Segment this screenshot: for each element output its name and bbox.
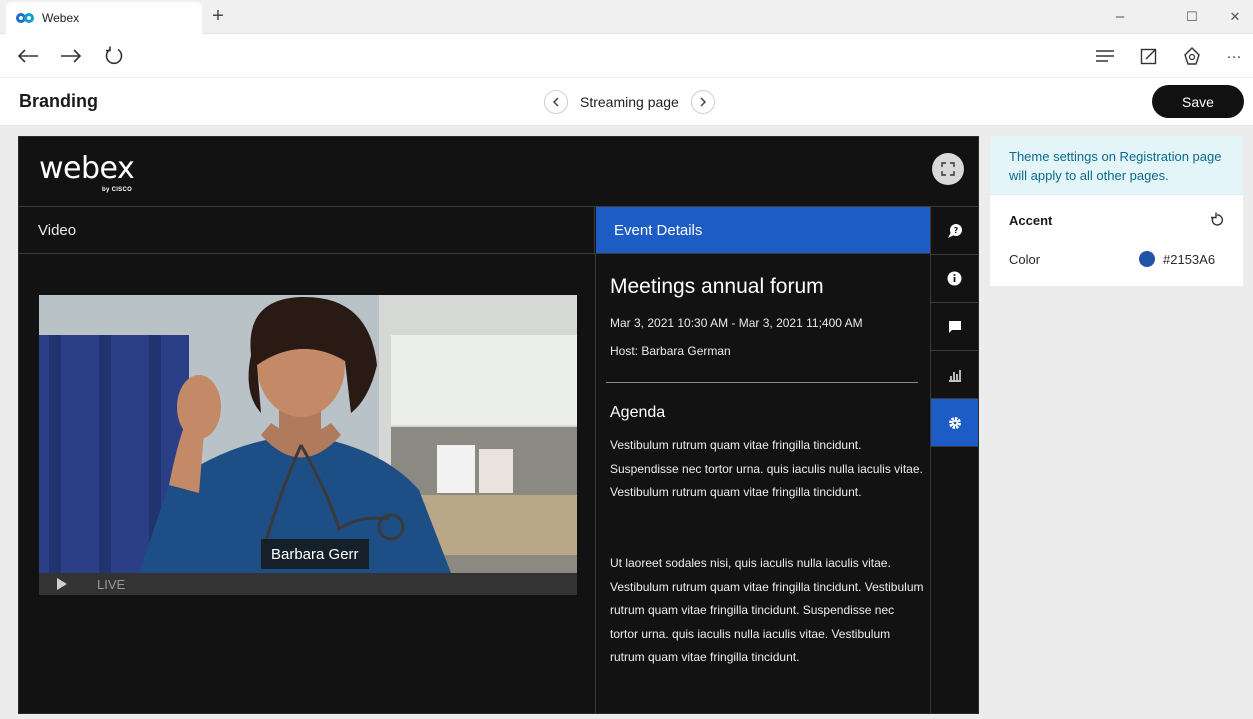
chevron-right-icon [700,97,706,107]
gear-icon [948,416,961,429]
svg-text:?: ? [953,226,958,235]
cisco-byline: by CISCO [102,187,133,193]
agenda-heading: Agenda [610,404,666,421]
new-tab-button[interactable]: + [206,4,230,28]
minimize-button[interactable]: – [1107,6,1133,28]
speaker-name-tag: Barbara Gerr [261,539,369,569]
live-label: LIVE [97,576,126,592]
rail-info-button[interactable] [931,255,978,303]
event-datetime: Mar 3, 2021 10:30 AM - Mar 3, 2021 11;40… [610,316,863,330]
reset-icon[interactable] [1209,212,1225,228]
workspace: webex by CISCO Video Event Details ? Bar… [0,126,1253,719]
previous-page-button[interactable] [544,90,568,114]
chevron-left-icon [552,97,559,107]
preview-side-rail: ? [930,207,978,713]
pen-square-icon [1140,48,1157,65]
next-page-button[interactable] [690,90,715,114]
maximize-button[interactable]: ☐ [1179,6,1205,28]
question-bubble-icon: ? [947,223,962,238]
preview-header: webex by CISCO [19,137,978,207]
preview-divider [595,254,596,713]
browser-tab-webex[interactable]: Webex [6,2,202,34]
video-controls: LIVE [39,573,577,595]
refresh-button[interactable] [100,42,128,70]
share-icon [1184,47,1200,65]
close-button[interactable]: ✕ [1222,6,1248,28]
forward-button[interactable] [57,42,85,70]
tab-video[interactable]: Video [19,207,595,253]
rail-settings-button[interactable] [931,399,978,447]
streaming-page-preview: webex by CISCO Video Event Details ? Bar… [18,136,979,714]
info-icon [947,271,962,286]
current-page-label: Streaming page [580,94,679,110]
accent-heading: Accent [1009,213,1053,228]
list-lines-icon [1096,50,1114,62]
video-player[interactable]: Barbara Gerr LIVE [39,295,577,595]
page-switcher: Streaming page [544,89,715,115]
expand-icon [941,162,955,176]
page-title: Branding [19,91,98,111]
agenda-paragraph-2: Ut laoreet sodales nisi, quis iaculis nu… [610,556,924,664]
preview-tabs: Video Event Details [19,207,978,254]
fullscreen-button[interactable] [932,153,964,185]
event-details-panel: Meetings annual forum Mar 3, 2021 10:30 … [606,254,928,713]
rail-chat-button[interactable] [931,303,978,351]
event-title: Meetings annual forum [610,275,824,298]
arrow-right-icon [61,49,82,63]
annotate-button[interactable] [1135,42,1163,70]
back-button[interactable] [14,42,42,70]
refresh-icon [105,46,123,65]
webex-wordmark: webex [39,151,135,186]
browser-nav-bar: ··· [0,34,1253,78]
accent-color-swatch[interactable] [1139,251,1155,267]
browser-title-bar: Webex + – ☐ ✕ [0,0,1253,34]
color-label: Color [1009,252,1041,267]
tab-title: Webex [42,11,80,25]
arrow-left-icon [17,49,38,63]
share-button[interactable] [1178,42,1206,70]
rail-qa-button[interactable]: ? [931,207,978,255]
speaker-video-frame [39,295,577,573]
theme-settings-panel: Theme settings on Registration page will… [990,136,1243,286]
accent-color-hex[interactable]: #2153A6 [1163,252,1215,267]
agenda-paragraph-1: Vestibulum rutrum quam vitae fringilla t… [610,438,923,499]
bar-chart-icon [948,369,961,382]
tab-event-details[interactable]: Event Details [596,207,931,253]
reading-list-button[interactable] [1091,42,1119,70]
branding-header: Branding Streaming page Save [0,78,1253,126]
webex-logo-icon [16,13,34,23]
more-button[interactable]: ··· [1220,42,1248,70]
chat-icon [948,320,961,333]
event-host: Host: Barbara German [610,344,731,358]
play-icon[interactable] [57,578,67,590]
theme-notice: Theme settings on Registration page will… [990,136,1243,195]
rail-polls-button[interactable] [931,351,978,399]
event-separator [606,382,918,383]
save-button[interactable]: Save [1152,85,1244,118]
